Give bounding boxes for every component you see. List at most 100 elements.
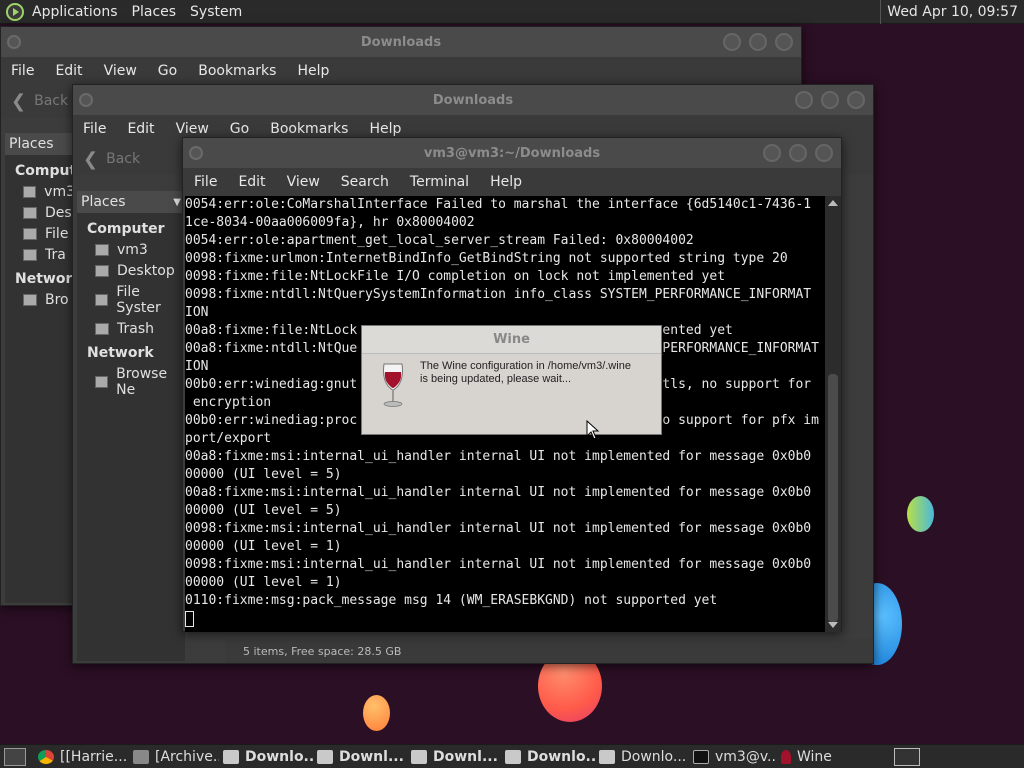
minimize-button[interactable] bbox=[763, 144, 781, 162]
window-title: Downloads bbox=[360, 34, 442, 50]
taskbar-item-label: Downlo... bbox=[527, 748, 595, 765]
places-menu[interactable]: Places bbox=[132, 4, 177, 20]
scroll-up-arrow-icon[interactable] bbox=[828, 200, 838, 206]
menubar: File Edit View Search Terminal Help bbox=[183, 168, 841, 196]
terminal-line: 00000 (UI level = 1) bbox=[185, 539, 342, 554]
sidebar-item-filesystem[interactable]: File Syster bbox=[77, 279, 185, 316]
menu-go[interactable]: Go bbox=[158, 63, 177, 79]
sidebar: Places Computer vm3 Des File Tra Network… bbox=[5, 133, 75, 603]
minimize-button[interactable] bbox=[795, 91, 813, 109]
workspace-switcher-icon[interactable] bbox=[894, 748, 920, 766]
window-menu-icon[interactable] bbox=[7, 35, 21, 49]
maximize-button[interactable] bbox=[789, 144, 807, 162]
close-button[interactable] bbox=[815, 144, 833, 162]
statusbar: 5 items, Free space: 28.5 GB bbox=[225, 639, 873, 663]
scroll-down-arrow-icon[interactable] bbox=[828, 622, 838, 628]
maximize-button[interactable] bbox=[749, 33, 767, 51]
menu-file[interactable]: File bbox=[194, 174, 217, 190]
menu-search[interactable]: Search bbox=[341, 174, 389, 190]
taskbar-item[interactable]: Downlo... bbox=[501, 745, 595, 768]
back-button[interactable]: Back bbox=[106, 151, 140, 167]
clock[interactable]: Wed Apr 10, 09:57 bbox=[880, 0, 1024, 24]
window-menu-icon[interactable] bbox=[79, 93, 93, 107]
terminal-line: 00000 (UI level = 1) bbox=[185, 575, 342, 590]
taskbar-item[interactable]: Downlo... bbox=[595, 745, 689, 768]
sidebar-item-trash[interactable]: Tra bbox=[5, 242, 75, 263]
places-label[interactable]: Places bbox=[9, 136, 54, 152]
back-arrow-icon[interactable]: ❮ bbox=[83, 149, 98, 170]
places-label[interactable]: Places bbox=[81, 194, 126, 210]
menu-edit[interactable]: Edit bbox=[238, 174, 265, 190]
window-menu-icon[interactable] bbox=[189, 146, 203, 160]
menu-help[interactable]: Help bbox=[297, 63, 329, 79]
drive-icon bbox=[23, 228, 37, 240]
terminal-icon bbox=[693, 749, 709, 764]
show-desktop-icon[interactable] bbox=[4, 747, 26, 766]
dialog-title[interactable]: Wine bbox=[362, 326, 661, 354]
home-folder-icon bbox=[23, 186, 37, 198]
titlebar[interactable]: Downloads bbox=[1, 27, 801, 57]
sidebar-item-vm3[interactable]: vm3 bbox=[5, 179, 75, 200]
sidebar-item-filesystem[interactable]: File bbox=[5, 221, 75, 242]
system-menu[interactable]: System bbox=[190, 4, 242, 20]
menu-help[interactable]: Help bbox=[490, 174, 522, 190]
sidebar-item-trash[interactable]: Trash bbox=[77, 316, 185, 337]
terminal-scrollbar[interactable] bbox=[825, 196, 841, 632]
menu-help[interactable]: Help bbox=[369, 121, 401, 137]
sidebar-item-desktop[interactable]: Des bbox=[5, 200, 75, 221]
menu-go[interactable]: Go bbox=[230, 121, 249, 137]
menu-bookmarks[interactable]: Bookmarks bbox=[270, 121, 348, 137]
taskbar-item[interactable]: Downl... bbox=[407, 745, 501, 768]
back-button[interactable]: Back bbox=[34, 93, 68, 109]
taskbar-item[interactable]: Wine bbox=[777, 745, 837, 768]
folder-icon bbox=[599, 749, 615, 764]
taskbar-item[interactable]: Downlo... bbox=[219, 745, 313, 768]
menu-edit[interactable]: Edit bbox=[127, 121, 154, 137]
mouse-pointer-icon bbox=[586, 420, 600, 440]
menubar: File Edit View Go Bookmarks Help bbox=[1, 57, 801, 85]
menu-file[interactable]: File bbox=[11, 63, 34, 79]
chrome-icon bbox=[38, 749, 54, 764]
menu-edit[interactable]: Edit bbox=[55, 63, 82, 79]
sidebar-item-browse-network[interactable]: Browse Ne bbox=[77, 361, 185, 398]
menu-view[interactable]: View bbox=[287, 174, 320, 190]
close-button[interactable] bbox=[847, 91, 865, 109]
terminal-line: 0054:err:ole:apartment_get_local_server_… bbox=[185, 233, 694, 248]
sidebar-item-browse-network[interactable]: Bro bbox=[5, 287, 75, 308]
menu-view[interactable]: View bbox=[176, 121, 209, 137]
trash-icon bbox=[23, 249, 37, 261]
menu-logo-icon[interactable] bbox=[6, 2, 24, 21]
dialog-message: The Wine configuration in /home/vm3/.win… bbox=[420, 360, 631, 385]
menu-view[interactable]: View bbox=[104, 63, 137, 79]
terminal-line: 0098:fixme:msi:internal_ui_handler inter… bbox=[185, 521, 812, 536]
menu-file[interactable]: File bbox=[83, 121, 106, 137]
home-folder-icon bbox=[95, 244, 109, 256]
titlebar[interactable]: vm3@vm3:~/Downloads bbox=[183, 138, 841, 168]
dropdown-arrow-icon[interactable]: ▼ bbox=[173, 197, 181, 208]
titlebar[interactable]: Downloads bbox=[73, 85, 873, 115]
group-computer: Computer bbox=[87, 221, 165, 237]
scrollbar-thumb[interactable] bbox=[828, 374, 838, 622]
close-button[interactable] bbox=[775, 33, 793, 51]
menu-bookmarks[interactable]: Bookmarks bbox=[198, 63, 276, 79]
back-arrow-icon[interactable]: ❮ bbox=[11, 91, 26, 112]
network-icon bbox=[23, 294, 37, 306]
applications-menu[interactable]: Applications bbox=[32, 4, 118, 20]
terminal-line: 00000 (UI level = 5) bbox=[185, 503, 342, 518]
taskbar-item[interactable]: vm3@v... bbox=[689, 745, 777, 768]
drive-icon bbox=[95, 294, 109, 306]
minimize-button[interactable] bbox=[723, 33, 741, 51]
maximize-button[interactable] bbox=[821, 91, 839, 109]
menu-terminal[interactable]: Terminal bbox=[410, 174, 469, 190]
sidebar: Places ▼ Computer vm3 Desktop File Syster… bbox=[77, 191, 185, 661]
group-network: Network bbox=[87, 345, 154, 361]
trash-icon bbox=[95, 323, 109, 335]
sidebar-item-desktop[interactable]: Desktop bbox=[77, 258, 185, 279]
taskbar-item[interactable]: [Archive... bbox=[129, 745, 219, 768]
taskbar-item[interactable]: Downl... bbox=[313, 745, 407, 768]
sidebar-item-vm3[interactable]: vm3 bbox=[77, 237, 185, 258]
taskbar-item[interactable]: [[Harrie... bbox=[34, 745, 129, 768]
desktop-bubble-small bbox=[363, 695, 390, 731]
taskbar-item-label: Downlo... bbox=[621, 748, 687, 765]
terminal-line: 1ce-8034-00aa006009fa}, hr 0x80004002 bbox=[185, 215, 475, 230]
